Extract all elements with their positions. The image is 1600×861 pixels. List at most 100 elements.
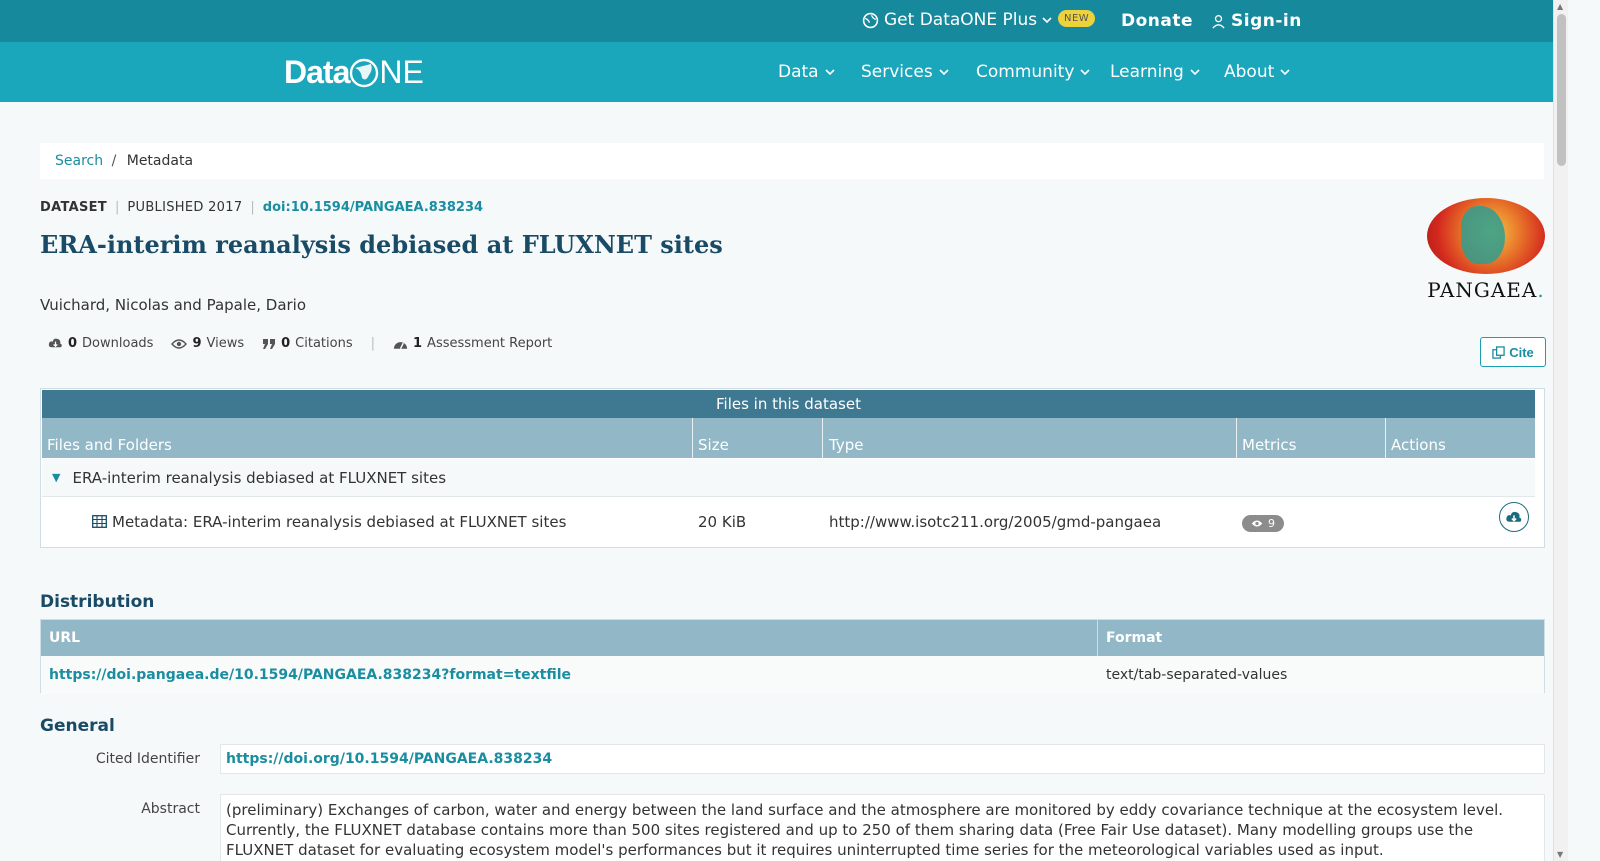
abstract-label: Abstract xyxy=(141,801,200,817)
files-table-caption: Files in this dataset xyxy=(42,390,1535,418)
file-name[interactable]: Metadata: ERA-interim reanalysis debiase… xyxy=(112,513,566,531)
breadcrumb-current: Metadata xyxy=(126,153,194,169)
pangaea-logo-text: PANGAEA. xyxy=(1427,278,1545,302)
chevron-down-icon xyxy=(1080,69,1090,76)
nav-services-label: Services xyxy=(861,62,933,82)
cited-identifier-label: Cited Identifier xyxy=(95,751,200,767)
distribution-heading: Distribution xyxy=(40,592,155,612)
download-file-button[interactable] xyxy=(1499,502,1529,532)
file-size: 20 KiB xyxy=(698,513,747,531)
header-size[interactable]: Size xyxy=(698,436,729,454)
file-views-count: 9 xyxy=(1268,517,1275,530)
header-metrics[interactable]: Metrics xyxy=(1242,436,1296,454)
folder-row[interactable]: ▼ ERA-interim reanalysis debiased at FLU… xyxy=(42,459,1535,497)
caret-down-icon[interactable]: ▼ xyxy=(52,471,60,484)
dataset-type-label: DATASET xyxy=(40,200,107,215)
donate-link[interactable]: Donate xyxy=(1121,11,1193,31)
page-scrollbar[interactable]: ▲ ▼ xyxy=(1553,0,1568,861)
views-label: Views xyxy=(206,336,245,351)
copy-icon xyxy=(1492,345,1505,359)
dataset-metrics: 0 Downloads 9 Views 0 Citations | 1 Asse… xyxy=(48,336,570,351)
general-heading: General xyxy=(40,716,115,736)
header-type[interactable]: Type xyxy=(829,436,863,454)
url-header: URL xyxy=(49,630,81,646)
logo-text-data: Data xyxy=(284,54,350,90)
pangaea-repository-logo[interactable]: PANGAEA. xyxy=(1416,198,1556,302)
nav-about-label: About xyxy=(1224,62,1275,82)
chevron-down-icon xyxy=(939,69,949,76)
cited-identifier-value: https://doi.org/10.1594/PANGAEA.838234 xyxy=(220,744,1545,774)
views-count: 9 xyxy=(192,336,202,351)
scrollbar-thumb[interactable] xyxy=(1557,14,1566,166)
top-utility-bar: Get DataONE Plus NEW Donate Sign-in xyxy=(0,0,1553,42)
abstract-text: (preliminary) Exchanges of carbon, water… xyxy=(220,794,1545,861)
files-table: Files in this dataset Files and Folders … xyxy=(40,388,1545,548)
cloud-download-icon xyxy=(1506,511,1522,522)
doi-link[interactable]: doi:10.1594/PANGAEA.838234 xyxy=(263,200,483,215)
signin-link[interactable]: Sign-in xyxy=(1211,11,1302,31)
cloud-download-icon xyxy=(48,338,62,348)
quote-icon xyxy=(263,338,276,349)
logo-text-ne: NE xyxy=(379,54,424,90)
globe-plus-icon xyxy=(862,12,879,28)
main-navbar: Data NE Data Services Community Learning… xyxy=(0,42,1553,102)
nav-community[interactable]: Community xyxy=(976,62,1090,82)
file-row: Metadata: ERA-interim reanalysis debiase… xyxy=(42,498,1535,546)
scroll-up-arrow-icon[interactable]: ▲ xyxy=(1557,2,1563,11)
table-icon xyxy=(92,515,107,528)
breadcrumb-separator: / xyxy=(111,153,117,169)
distribution-row: https://doi.pangaea.de/10.1594/PANGAEA.8… xyxy=(41,656,1544,694)
downloads-label: Downloads xyxy=(82,336,154,351)
header-files-and-folders[interactable]: Files and Folders xyxy=(47,436,172,454)
file-type: http://www.isotc211.org/2005/gmd-pangaea xyxy=(829,513,1162,531)
views-metric[interactable]: 9 Views xyxy=(171,336,244,351)
assessment-count: 1 xyxy=(413,336,423,351)
distribution-format: text/tab-separated-values xyxy=(1106,667,1288,683)
assessment-label: Assessment Report xyxy=(427,336,553,351)
scroll-down-arrow-icon[interactable]: ▼ xyxy=(1557,850,1563,859)
folder-name: ERA-interim reanalysis debiased at FLUXN… xyxy=(72,468,447,487)
cite-button[interactable]: Cite xyxy=(1480,337,1546,367)
get-dataone-plus-label: Get DataONE Plus xyxy=(884,10,1038,30)
file-views-badge: 9 xyxy=(1242,515,1284,532)
downloads-metric[interactable]: 0 Downloads xyxy=(48,336,153,351)
dataset-meta-line: DATASET | PUBLISHED 2017 | doi:10.1594/P… xyxy=(40,200,483,215)
nav-about[interactable]: About xyxy=(1224,62,1290,82)
chevron-down-icon xyxy=(1280,69,1290,76)
assessment-report-metric[interactable]: 1 Assessment Report xyxy=(393,336,552,351)
format-header: Format xyxy=(1106,630,1163,646)
citations-label: Citations xyxy=(295,336,353,351)
distribution-url-link[interactable]: https://doi.pangaea.de/10.1594/PANGAEA.8… xyxy=(49,667,571,683)
eye-icon xyxy=(1251,520,1263,527)
citations-metric[interactable]: 0 Citations xyxy=(262,336,353,351)
chevron-down-icon xyxy=(1190,69,1200,76)
dataone-logo[interactable]: Data NE xyxy=(284,54,424,91)
nav-services[interactable]: Services xyxy=(861,62,949,82)
nav-learning[interactable]: Learning xyxy=(1110,62,1200,82)
cited-identifier-link[interactable]: https://doi.org/10.1594/PANGAEA.838234 xyxy=(226,751,552,767)
nav-data[interactable]: Data xyxy=(778,62,835,82)
eye-icon xyxy=(171,338,188,349)
breadcrumb-search-link[interactable]: Search xyxy=(55,153,103,169)
user-icon xyxy=(1212,14,1225,29)
gauge-icon xyxy=(393,341,408,349)
dataset-authors: Vuichard, Nicolas and Papale, Dario xyxy=(40,296,307,314)
chevron-down-icon xyxy=(825,69,835,76)
cite-button-label: Cite xyxy=(1509,344,1534,360)
files-table-header: Files and Folders Size Type Metrics Acti… xyxy=(42,418,1535,458)
metrics-divider: | xyxy=(370,336,375,351)
published-year: PUBLISHED 2017 xyxy=(127,200,243,215)
distribution-table: URL Format https://doi.pangaea.de/10.159… xyxy=(40,619,1545,694)
pangaea-globe-icon xyxy=(1427,198,1545,274)
new-badge: NEW xyxy=(1058,10,1096,27)
nav-data-label: Data xyxy=(778,62,819,82)
header-actions: Actions xyxy=(1391,436,1446,454)
distribution-header: URL Format xyxy=(41,620,1544,656)
signin-label: Sign-in xyxy=(1231,11,1302,31)
get-dataone-plus-menu[interactable]: Get DataONE Plus xyxy=(862,10,1052,30)
chevron-down-icon xyxy=(1042,17,1052,24)
breadcrumb: Search / Metadata xyxy=(40,143,1544,179)
nav-community-label: Community xyxy=(976,62,1075,82)
citations-count: 0 xyxy=(281,336,291,351)
meta-divider: | xyxy=(114,200,120,215)
